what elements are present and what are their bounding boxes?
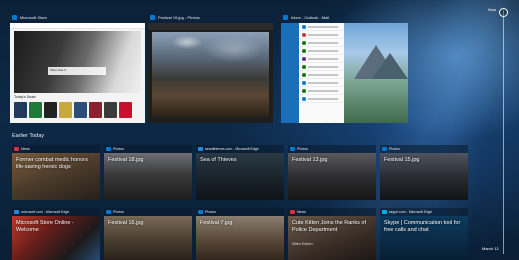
card-subtitle: Kitten Edition [292,242,313,246]
news-icon [290,210,295,214]
photos-icon [198,210,203,214]
card-header: Photos [104,208,192,216]
activity-card[interactable]: skype.com - Microsoft Edge Skype | Commu… [380,208,468,260]
photos-icon [290,147,295,151]
card-header: News [12,145,100,153]
mail-row [299,47,344,55]
window-title: Microsoft Store [20,15,47,20]
store-hero-banner: Xbox One X [14,31,141,93]
card-app-name: News [21,147,30,151]
activity-card[interactable]: News Cute Kitten Joins the Ranks of Poli… [288,208,376,260]
store-tile [14,102,27,118]
mail-row [299,39,344,47]
timeline-track[interactable] [503,10,504,254]
mail-reading-pane [344,23,408,123]
card-app-name: Photos [205,210,216,214]
store-tiles [14,102,132,118]
card-title: Sea of Thieves [200,157,237,163]
photos-icon [106,210,111,214]
activity-card[interactable]: Photos Festival 15.jpg [380,145,468,200]
card-header: Photos [196,208,284,216]
mail-row [299,23,344,31]
skype-icon [382,210,387,214]
activity-card[interactable]: Photos Festival 18.jpg [104,145,192,200]
activity-card[interactable]: Photos Festival 16.jpg [104,208,192,260]
news-icon [14,147,19,151]
card-title: Festival 16.jpg [108,220,144,226]
card-title: Festival 13.jpg [292,157,328,163]
window-thumbnail-store[interactable]: Microsoft Store Xbox One X Today's Deals [10,12,145,123]
card-app-name: Photos [297,147,308,151]
edge-icon [198,147,203,151]
card-header: skype.com - Microsoft Edge [380,208,468,216]
store-tile [89,102,102,118]
store-promo-text: Xbox One X [48,67,106,75]
window-title-bar: Festival 19.jpg - Photos [148,12,273,23]
mail-row [299,31,344,39]
activity-card[interactable]: microsoft.com - Microsoft Edge Microsoft… [12,208,100,260]
timeline-now-label: Now [488,7,497,12]
card-app-name: microsoft.com - Microsoft Edge [21,210,70,214]
card-header: Photos [380,145,468,153]
card-app-name: Photos [113,210,124,214]
card-app-name: Photos [113,147,124,151]
window-title: Inbox - Outlook - Mail [291,15,330,20]
timeline-date-label: March 12 [482,246,499,251]
card-header: Photos [104,145,192,153]
activity-card[interactable]: Photos Festival 7.jpg [196,208,284,260]
photos-icon [150,15,155,20]
activity-card[interactable]: Photos Festival 13.jpg [288,145,376,200]
mail-row [299,71,344,79]
window-title: Festival 19.jpg - Photos [158,15,200,20]
mail-row [299,55,344,63]
photos-icon [106,147,111,151]
card-app-name: Photos [389,147,400,151]
mail-row [299,95,344,103]
card-title: Festival 15.jpg [384,157,420,163]
store-tile [119,102,132,118]
window-title-bar: Inbox - Outlook - Mail [281,12,408,23]
card-header: News [288,208,376,216]
photos-preview [148,23,273,123]
store-tile [44,102,57,118]
card-header: Photos [288,145,376,153]
timeline-scrubber-handle[interactable] [499,8,508,17]
card-title: Skype | Communication tool for free call… [384,220,461,233]
store-tile [29,102,42,118]
card-header: seaofthieves.com - Microsoft Edge [196,145,284,153]
mail-icon [283,15,288,20]
window-title-bar: Microsoft Store [10,12,145,23]
store-icon [12,15,17,20]
card-title: Cute Kitten Joins the Ranks of Police De… [292,220,366,233]
section-heading: Earlier Today [12,133,44,139]
mail-preview [281,23,408,123]
photos-icon [382,147,387,151]
mail-row [299,63,344,71]
card-title: Former combat medic honors life-saving h… [16,157,88,170]
window-thumbnail-photos[interactable]: Festival 19.jpg - Photos [148,12,273,123]
card-header: microsoft.com - Microsoft Edge [12,208,100,216]
window-thumbnail-mail[interactable]: Inbox - Outlook - Mail [281,12,408,123]
store-section-label: Today's Deals [14,95,36,99]
store-tile [74,102,87,118]
mail-row [299,79,344,87]
card-title: Festival 7.jpg [200,220,233,226]
edge-icon [14,210,19,214]
activity-card[interactable]: News Former combat medic honors life-sav… [12,145,100,200]
mail-message-list [299,23,344,123]
card-app-name: News [297,210,306,214]
store-tile [59,102,72,118]
card-title: Microsoft Store Online - Welcome [16,220,74,233]
mail-row [299,87,344,95]
photos-toolbar [148,23,273,30]
store-tile [104,102,117,118]
mail-nav-pane [281,23,299,123]
card-app-name: seaofthieves.com - Microsoft Edge [205,147,259,151]
card-title: Festival 18.jpg [108,157,144,163]
activity-card[interactable]: seaofthieves.com - Microsoft Edge Sea of… [196,145,284,200]
store-preview: Xbox One X Today's Deals [10,23,145,123]
festival-photo [152,32,269,117]
card-app-name: skype.com - Microsoft Edge [389,210,433,214]
store-nav-bar [10,23,145,29]
